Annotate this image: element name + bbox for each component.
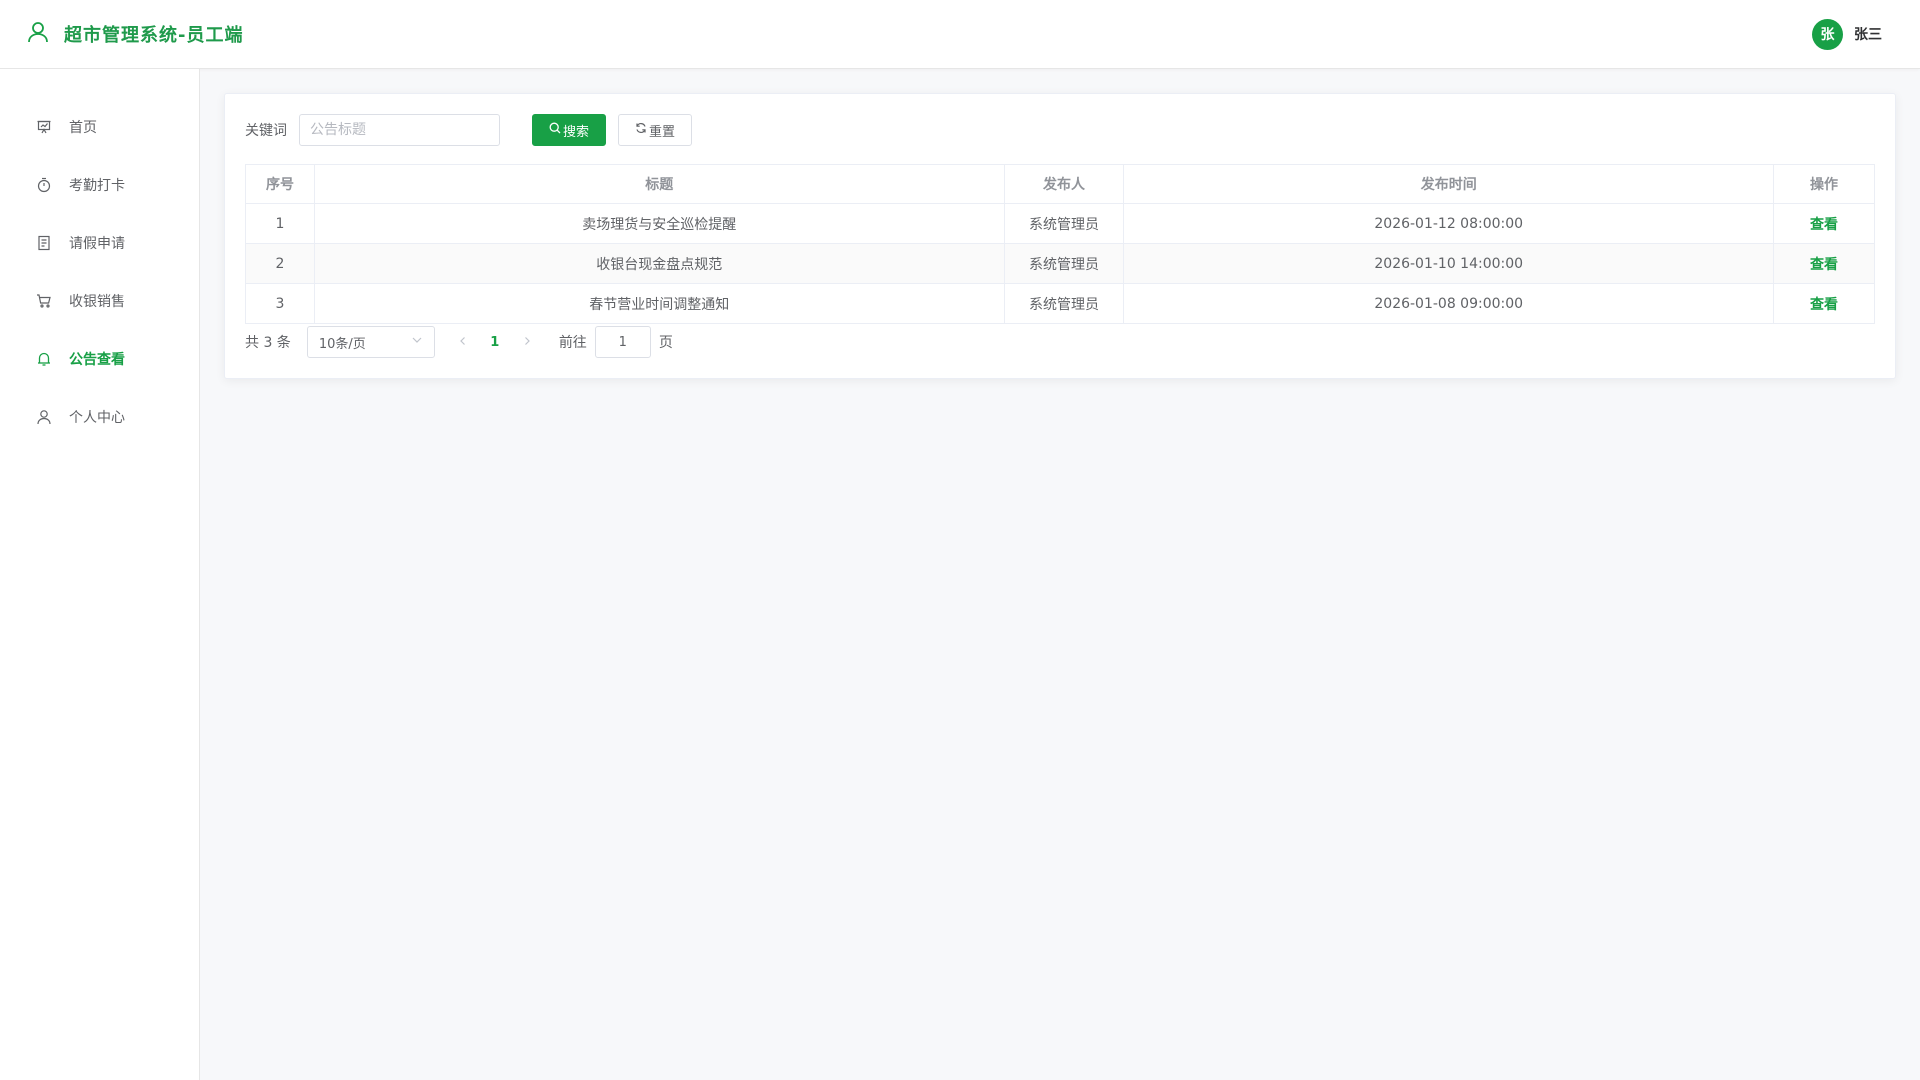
keyword-label: 关键词 [245,123,287,139]
chevron-down-icon [411,334,423,350]
sidebar-item-home[interactable]: 首页 [0,98,199,156]
shopping-cart-icon [35,292,53,310]
timer-icon [35,176,53,194]
chevron-left-icon [458,334,468,350]
cell-time: 2026-01-08 09:00:00 [1123,283,1775,324]
user-menu[interactable]: 张 张三 [1812,18,1882,50]
search-bar: 关键词 搜索 重置 [245,114,1875,146]
sidebar-item-label: 首页 [69,120,97,136]
presentation-icon [35,118,53,136]
cell-time: 2026-01-12 08:00:00 [1123,203,1775,244]
column-header-action: 操作 [1773,164,1875,204]
cell-action: 查看 [1773,243,1875,284]
document-icon [35,234,53,252]
page-number-current[interactable]: 1 [479,326,511,358]
column-header-title: 标题 [313,164,1005,204]
prev-page-button[interactable] [447,326,479,358]
cell-title: 春节营业时间调整通知 [313,283,1005,324]
view-link[interactable]: 查看 [1810,297,1838,313]
page-size-select[interactable]: 10条/页 [306,326,435,358]
reset-button-label: 重置 [648,124,675,140]
cell-action: 查看 [1773,203,1875,244]
table-row: 2 收银台现金盘点规范 系统管理员 2026-01-10 14:00:00 查看 [245,243,1875,284]
sidebar-item-label: 个人中心 [69,410,125,426]
cell-title: 卖场理货与安全巡检提醒 [313,203,1005,244]
page-unit-label: 页 [658,335,673,351]
table-row: 1 卖场理货与安全巡检提醒 系统管理员 2026-01-12 08:00:00 … [245,203,1875,244]
column-header-time: 发布时间 [1123,164,1775,204]
goto-page-input[interactable] [594,326,651,358]
pagination: 共 3 条 10条/页 1 前往 页 [245,326,1875,358]
cell-publisher: 系统管理员 [1003,203,1125,244]
search-icon [549,122,563,138]
sidebar-item-announcements[interactable]: 公告查看 [0,330,199,388]
brand: 超市管理系统-员工端 [26,20,243,48]
keyword-input[interactable] [299,114,500,146]
page-size-value: 10条/页 [318,336,366,352]
sidebar-item-label: 考勤打卡 [69,178,125,194]
announcement-table: 序号 标题 发布人 发布时间 操作 1 卖场理货与安全巡检提醒 系统管理员 20… [245,164,1875,324]
user-icon [35,408,53,426]
username[interactable]: 张三 [1854,24,1882,44]
view-link[interactable]: 查看 [1810,257,1838,273]
cell-publisher: 系统管理员 [1003,243,1125,284]
view-link[interactable]: 查看 [1810,217,1838,233]
sidebar-item-label: 收银销售 [69,294,125,310]
column-header-index: 序号 [245,164,315,204]
cell-action: 查看 [1773,283,1875,324]
sidebar-item-leave[interactable]: 请假申请 [0,214,199,272]
table-row: 3 春节营业时间调整通知 系统管理员 2026-01-08 09:00:00 查… [245,283,1875,324]
cell-index: 2 [245,243,315,284]
next-page-button[interactable] [511,326,543,358]
cell-publisher: 系统管理员 [1003,283,1125,324]
bell-icon [35,350,53,368]
goto-label: 前往 [558,335,587,351]
chevron-right-icon [522,334,532,350]
announcement-panel: 关键词 搜索 重置 序号 标题 发布人 [224,93,1896,379]
table-header-row: 序号 标题 发布人 发布时间 操作 [245,164,1875,204]
user-outline-icon [26,20,50,48]
cell-index: 3 [245,283,315,324]
sidebar-item-cashier[interactable]: 收银销售 [0,272,199,330]
search-button-label: 搜索 [562,124,589,140]
avatar[interactable]: 张 [1812,18,1843,50]
cell-title: 收银台现金盘点规范 [313,243,1005,284]
sidebar-item-label: 请假申请 [69,236,125,252]
app-title: 超市管理系统-员工端 [64,25,244,46]
refresh-icon [635,122,649,138]
cell-time: 2026-01-10 14:00:00 [1123,243,1775,284]
reset-button[interactable]: 重置 [618,114,692,146]
search-button[interactable]: 搜索 [532,114,606,146]
column-header-publisher: 发布人 [1003,164,1125,204]
sidebar-item-attendance[interactable]: 考勤打卡 [0,156,199,214]
cell-index: 1 [245,203,315,244]
sidebar: 首页 考勤打卡 请假申请 收银销售 公告查看 个人中心 [0,69,200,1080]
sidebar-item-profile[interactable]: 个人中心 [0,388,199,446]
pagination-total: 共 3 条 [245,335,291,351]
sidebar-item-label: 公告查看 [69,352,125,368]
top-header: 超市管理系统-员工端 张 张三 [0,0,1920,69]
